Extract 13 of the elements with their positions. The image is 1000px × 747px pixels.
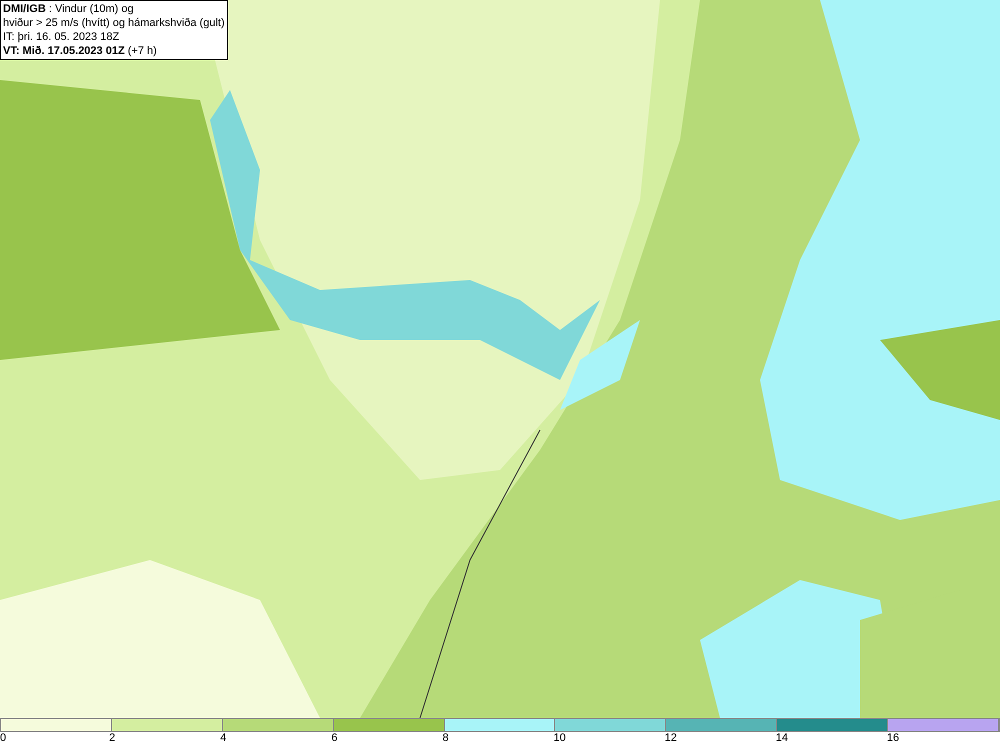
title-line: VT: Mið. 17.05.2023 01Z (+7 h) [3, 44, 158, 58]
title-line: DMI/IGB : Vindur (10m) og [3, 2, 135, 16]
scale-label: 14 [776, 732, 788, 745]
title-line: hviður > 25 m/s (hvítt) og hámarkshviða (gult) [3, 16, 225, 30]
scale-label: 16 [886, 732, 900, 745]
scale-label: 12 [664, 732, 677, 745]
scale-label: 0 [0, 732, 6, 745]
scale-label: 10 [554, 732, 566, 745]
scale-label: 4 [220, 732, 226, 745]
scale-label: 6 [331, 732, 338, 745]
title-line: IT: þri. 16. 05. 2023 18Z [3, 30, 120, 44]
scale-label: 2 [109, 732, 116, 745]
scale-label: 8 [442, 732, 449, 745]
